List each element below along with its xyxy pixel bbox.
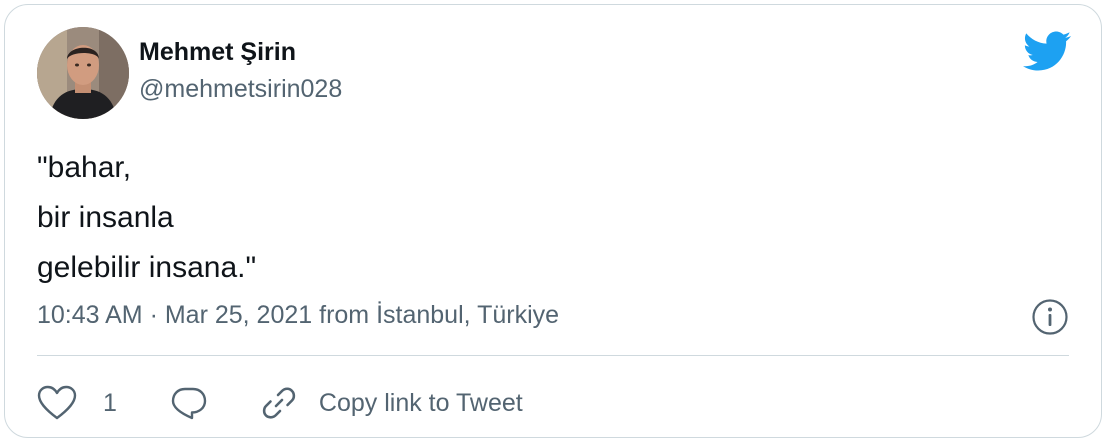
- tweet-meta: 10:43 AM · Mar 25, 2021 from İstanbul, T…: [37, 301, 559, 330]
- twitter-bird-icon[interactable]: [1023, 31, 1072, 71]
- reply-button[interactable]: [171, 385, 207, 421]
- like-count: 1: [103, 388, 117, 417]
- author-name[interactable]: Mehmet Şirin: [139, 38, 296, 67]
- tweet-card: Mehmet Şirin @mehmetsirin028 "bahar, bir…: [4, 4, 1102, 438]
- info-icon[interactable]: [1031, 298, 1069, 336]
- like-button[interactable]: 1: [37, 385, 117, 421]
- link-icon: [261, 385, 297, 421]
- tweet-location[interactable]: from İstanbul, Türkiye: [312, 301, 559, 329]
- tweet-actions: 1 Copy link to Tweet: [37, 381, 523, 425]
- avatar[interactable]: [37, 27, 129, 119]
- copy-link-button[interactable]: Copy link to Tweet: [261, 385, 523, 421]
- tweet-text: "bahar, bir insanla gelebilir insana.": [37, 151, 257, 284]
- author-handle[interactable]: @mehmetsirin028: [139, 75, 342, 104]
- tweet-date[interactable]: Mar 25, 2021: [165, 301, 312, 329]
- meta-separator: ·: [142, 301, 165, 329]
- tweet-time[interactable]: 10:43 AM: [37, 301, 143, 329]
- heart-icon: [37, 385, 77, 421]
- divider: [37, 355, 1069, 356]
- reply-bubble-icon: [171, 385, 207, 421]
- copy-link-label: Copy link to Tweet: [318, 388, 523, 417]
